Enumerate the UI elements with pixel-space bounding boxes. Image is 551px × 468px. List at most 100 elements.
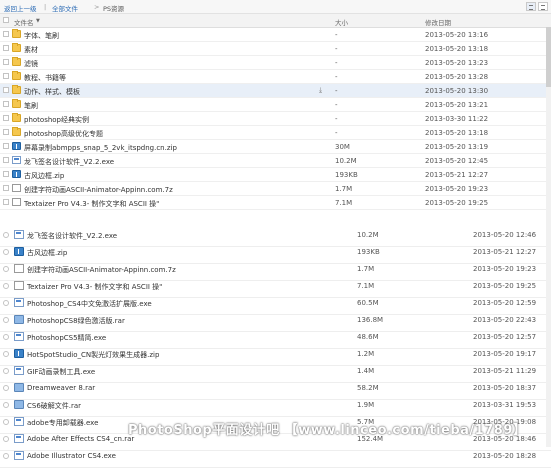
table-row[interactable]: 字体、笔刷 - 2013-05-20 13:16 <box>0 28 551 42</box>
table-row[interactable]: photoshop经典实例 - 2013-03-30 11:22 <box>0 112 551 126</box>
table-row[interactable]: photoshop高级优化专题 - 2013-05-20 13:18 <box>0 126 551 140</box>
file-name[interactable]: adobe专用卸载器.exe <box>27 418 98 428</box>
grid-view-button[interactable] <box>538 2 548 11</box>
name-column-header[interactable]: 文件名 <box>14 17 34 27</box>
row-checkbox[interactable] <box>3 157 9 163</box>
row-checkbox[interactable] <box>3 59 9 65</box>
exe-icon <box>14 298 24 307</box>
file-size: 7.1M <box>357 282 375 290</box>
table-row[interactable]: Adobe Illustrator CS4.exe 2013-05-20 18:2… <box>0 445 551 468</box>
folder-icon <box>12 113 21 122</box>
modified-date: 2013-03-31 19:53 <box>473 401 537 409</box>
row-checkbox[interactable] <box>3 185 9 191</box>
size-column-header[interactable]: 大小 <box>335 17 348 27</box>
modified-date: 2013-05-20 19:25 <box>425 199 489 207</box>
doc-icon <box>14 281 24 290</box>
file-name[interactable]: PhotoshopCS5精简.exe <box>27 333 106 343</box>
file-size: 10.2M <box>357 231 379 239</box>
table-row[interactable]: 素材 - 2013-05-20 13:18 <box>0 42 551 56</box>
rar-icon <box>14 383 24 392</box>
table-row[interactable]: Textaizer Pro V4.3- 制作文字和 ASCII 操" 7.1M 20… <box>0 196 551 210</box>
modified-date: 2013-05-20 12:57 <box>473 333 537 341</box>
row-checkbox[interactable] <box>3 249 9 255</box>
file-name[interactable]: photoshop经典实例 <box>24 115 89 125</box>
download-icon[interactable]: ⤓ <box>319 86 322 95</box>
file-name[interactable]: Adobe Illustrator CS4.exe <box>27 452 116 460</box>
file-name[interactable]: 龙飞签名设计软件_V2.2.exe <box>24 157 114 167</box>
row-checkbox[interactable] <box>3 73 9 79</box>
row-checkbox[interactable] <box>3 283 9 289</box>
file-name[interactable]: 龙飞签名设计软件_V2.2.exe <box>27 231 117 241</box>
file-size: 136.8M <box>357 316 384 324</box>
scrollbar-thumb[interactable] <box>546 27 551 87</box>
folder-icon <box>12 29 21 38</box>
row-checkbox[interactable] <box>3 199 9 205</box>
file-name[interactable]: 教程、书籍等 <box>24 73 66 83</box>
file-name[interactable]: Adobe After Effects CS4_cn.rar <box>27 435 134 443</box>
file-size: 1.9M <box>357 401 375 409</box>
table-row[interactable]: 滤镜 - 2013-05-20 13:23 <box>0 56 551 70</box>
row-checkbox[interactable] <box>3 171 9 177</box>
row-checkbox[interactable] <box>3 232 9 238</box>
back-link[interactable]: 返回上一级 <box>4 3 37 13</box>
table-row[interactable]: 动作、样式、模板 ⤓ - 2013-05-20 13:30 <box>0 84 551 98</box>
file-name[interactable]: 素材 <box>24 45 38 55</box>
file-size: - <box>335 73 338 81</box>
file-name[interactable]: 创建字符动画ASCII-Animator-Appinn.com.7z <box>27 265 176 275</box>
file-name[interactable]: 古风边框.zip <box>27 248 67 258</box>
file-name[interactable]: 动作、样式、模板 <box>24 87 80 97</box>
row-checkbox[interactable] <box>3 385 9 391</box>
table-row[interactable]: 笔刷 - 2013-05-20 13:21 <box>0 98 551 112</box>
file-size: - <box>335 87 338 95</box>
row-checkbox[interactable] <box>3 453 9 459</box>
row-checkbox[interactable] <box>3 368 9 374</box>
file-size: 193KB <box>335 171 358 179</box>
exe-icon <box>14 332 24 341</box>
table-row[interactable]: 古风边框.zip 193KB 2013-05-21 12:27 <box>0 168 551 182</box>
file-name[interactable]: CS6破解文件.rar <box>27 401 81 411</box>
file-name[interactable]: HotSpotStudio_CN製光灯效果生成器.zip <box>27 350 159 360</box>
table-row[interactable]: 创建字符动画ASCII-Animator-Appinn.com.7z 1.7M 20… <box>0 182 551 196</box>
file-name[interactable]: photoshop高级优化专题 <box>24 129 103 139</box>
table-row[interactable]: 龙飞签名设计软件_V2.2.exe 10.2M 2013-05-20 12:45 <box>0 154 551 168</box>
row-checkbox[interactable] <box>3 45 9 51</box>
file-size: 48.6M <box>357 333 379 341</box>
row-checkbox[interactable] <box>3 266 9 272</box>
file-name[interactable]: Photoshop_CS4中文免激活扩展版.exe <box>27 299 152 309</box>
file-name[interactable]: 屏幕录制abmpps_snap_5_2vk_itspdng.cn.zip <box>24 143 177 153</box>
row-checkbox[interactable] <box>3 115 9 121</box>
list-view-icon <box>529 5 533 10</box>
sort-arrow-icon[interactable]: ▼ <box>36 18 40 24</box>
row-checkbox[interactable] <box>3 334 9 340</box>
row-checkbox[interactable] <box>3 436 9 442</box>
scrollbar[interactable] <box>546 27 551 447</box>
row-checkbox[interactable] <box>3 31 9 37</box>
file-name[interactable]: Textaizer Pro V4.3- 制作文字和 ASCII 操" <box>24 199 159 209</box>
row-checkbox[interactable] <box>3 402 9 408</box>
file-name[interactable]: 古风边框.zip <box>24 171 64 181</box>
file-size: 1.2M <box>357 350 375 358</box>
row-checkbox[interactable] <box>3 317 9 323</box>
table-row[interactable]: 屏幕录制abmpps_snap_5_2vk_itspdng.cn.zip 30M 2… <box>0 140 551 154</box>
table-row[interactable]: 教程、书籍等 - 2013-05-20 13:28 <box>0 70 551 84</box>
file-name[interactable]: Dreamweaver 8.rar <box>27 384 95 392</box>
row-checkbox[interactable] <box>3 419 9 425</box>
file-name[interactable]: GIF动画录制工具.exe <box>27 367 95 377</box>
file-size: - <box>335 129 338 137</box>
date-column-header[interactable]: 修改日期 <box>425 17 451 27</box>
file-name[interactable]: PhotoshopCS8绿色激活版.rar <box>27 316 125 326</box>
row-checkbox[interactable] <box>3 300 9 306</box>
file-name[interactable]: 笔刷 <box>24 101 38 111</box>
row-checkbox[interactable] <box>3 351 9 357</box>
list-view-button[interactable] <box>526 2 536 11</box>
row-checkbox[interactable] <box>3 143 9 149</box>
file-name[interactable]: 创建字符动画ASCII-Animator-Appinn.com.7z <box>24 185 173 195</box>
row-checkbox[interactable] <box>3 101 9 107</box>
file-name[interactable]: Textaizer Pro V4.3- 制作文字和 ASCII 操" <box>27 282 162 292</box>
select-all-checkbox[interactable] <box>3 17 9 23</box>
all-files-link[interactable]: 全部文件 <box>52 3 78 13</box>
row-checkbox[interactable] <box>3 87 9 93</box>
file-name[interactable]: 滤镜 <box>24 59 38 69</box>
file-name[interactable]: 字体、笔刷 <box>24 31 59 41</box>
row-checkbox[interactable] <box>3 129 9 135</box>
